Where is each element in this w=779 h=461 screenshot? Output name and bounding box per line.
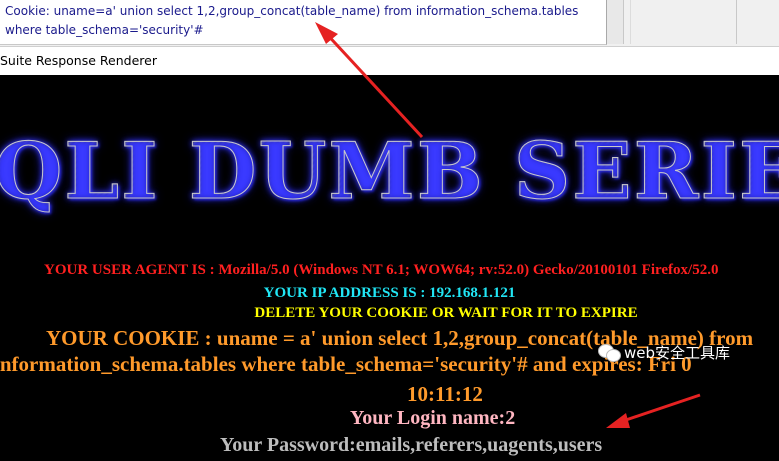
user-agent-text: YOUR USER AGENT IS : Mozilla/5.0 (Window… (44, 262, 719, 278)
rendered-response-page: SQLI DUMB SERIES YOUR USER AGENT IS : Mo… (0, 75, 779, 461)
wechat-icon (598, 342, 621, 362)
request-text-area[interactable]: Cookie: uname=a' union select 1,2,group_… (0, 0, 607, 45)
renderer-window-titlebar[interactable]: Suite Response Renderer (0, 46, 779, 76)
window-title: Suite Response Renderer (0, 53, 157, 68)
divider (630, 0, 631, 44)
request-editor: Cookie: uname=a' union select 1,2,group_… (0, 0, 779, 46)
cookie-text-line: information_schema.tables where table_sc… (0, 352, 692, 376)
ip-address-text: YOUR IP ADDRESS IS : 192.168.1.121 (263, 285, 516, 301)
editor-side-panel (624, 0, 779, 44)
request-line-cookie[interactable]: Cookie: uname=a' union select 1,2,group_… (5, 4, 578, 18)
watermark-text: web安全工具库 (624, 343, 731, 362)
watermark: web安全工具库 (598, 340, 730, 364)
cookie-text-line: 10:11:12 (407, 382, 483, 406)
editor-scrollbar[interactable] (607, 0, 624, 44)
divider (736, 0, 737, 44)
request-line-continuation[interactable]: where table_schema='security'# (5, 23, 204, 37)
page-banner: SQLI DUMB SERIES (0, 132, 779, 211)
delete-cookie-notice: DELETE YOUR COOKIE OR WAIT FOR IT TO EXP… (254, 305, 638, 321)
password-text: Your Password:emails,referers,uagents,us… (220, 434, 603, 456)
login-name-text: Your Login name:2 (350, 407, 516, 429)
